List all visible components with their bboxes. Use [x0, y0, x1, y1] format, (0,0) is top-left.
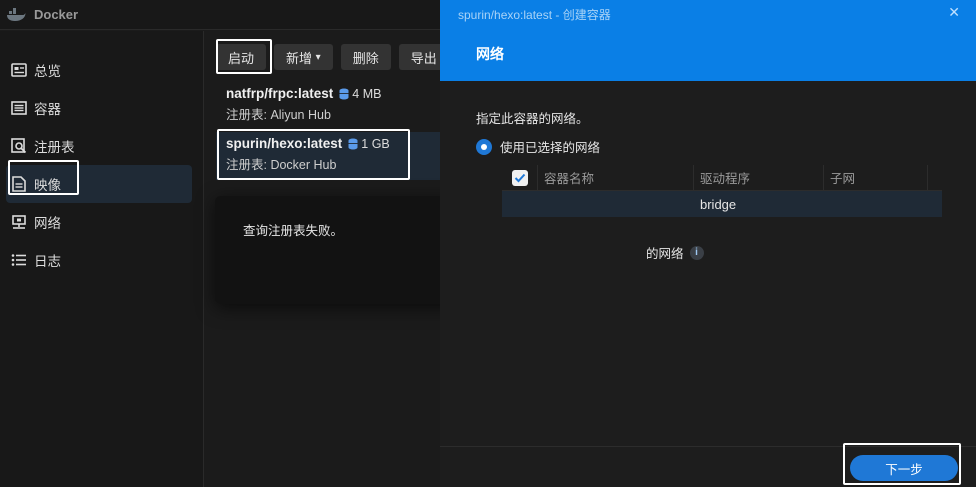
panel-subtitle: spurin/hexo:latest - 创建容器	[458, 8, 611, 22]
row-checkbox-cell	[502, 191, 538, 217]
add-button-label: 新增	[286, 50, 313, 66]
log-icon	[10, 251, 28, 269]
image-size: 4 MB	[339, 87, 381, 101]
close-icon[interactable]: ✕	[948, 4, 960, 21]
partial-network-label: 的网络	[646, 247, 684, 261]
delete-button[interactable]: 删除	[340, 44, 391, 70]
row-subnet	[824, 191, 928, 217]
sidebar-item-log[interactable]: 日志	[6, 241, 192, 279]
selected-image-highlight	[217, 129, 410, 180]
use-selected-network-option[interactable]: 使用已选择的网络	[476, 137, 600, 156]
sidebar-item-label: 总览	[34, 64, 61, 79]
column-header-subnet[interactable]: 子网	[824, 165, 928, 190]
image-nav-highlight	[8, 160, 79, 195]
delete-button-label: 删除	[352, 50, 379, 66]
sidebar-item-overview[interactable]: 总览	[6, 51, 192, 89]
table-row[interactable]: bridge	[502, 191, 942, 217]
dialog-message: 查询注册表失败。	[243, 224, 344, 238]
partial-network-option: 的网络 i	[646, 243, 704, 262]
sidebar-item-label: 容器	[34, 102, 61, 117]
sidebar-item-label: 网络	[34, 216, 61, 231]
checkmark-icon	[514, 173, 525, 182]
column-header-driver[interactable]: 驱动程序	[694, 165, 824, 190]
registry-icon	[10, 137, 28, 155]
create-container-panel: spurin/hexo:latest - 创建容器 ✕ 网络	[440, 0, 976, 487]
chevron-down-icon: ▾	[315, 51, 321, 63]
table-header: 容器名称 驱动程序 子网	[502, 165, 942, 191]
sidebar-item-label: 注册表	[34, 140, 75, 155]
app-titlebar: Docker	[0, 0, 440, 30]
export-button-label: 导出	[410, 50, 437, 66]
list-item[interactable]: natfrp/frpc:latest 4 MB 注册表: Aliyun Hub	[216, 82, 440, 130]
image-size-value: 4 MB	[352, 86, 382, 101]
database-icon	[339, 88, 349, 99]
radio-selected-icon[interactable]	[476, 138, 492, 155]
sidebar: 总览 容器 注册表 映像 网络 日志	[0, 31, 204, 487]
column-header-name[interactable]: 容器名称	[538, 165, 694, 190]
step-title: 网络	[476, 46, 504, 62]
image-name: natfrp/frpc:latest	[226, 86, 334, 101]
image-name-row: natfrp/frpc:latest 4 MB	[226, 86, 430, 101]
network-icon	[10, 213, 28, 231]
start-button-highlight	[216, 39, 272, 74]
next-button-highlight	[843, 443, 961, 485]
image-registry: 注册表: Aliyun Hub	[226, 108, 331, 122]
overview-icon	[10, 61, 28, 79]
docker-logo-icon	[7, 7, 26, 21]
row-name	[538, 191, 694, 217]
sidebar-item-label: 日志	[34, 254, 61, 269]
network-description: 指定此容器的网络。	[476, 112, 589, 126]
info-icon[interactable]: i	[689, 245, 704, 260]
add-button[interactable]: 新增 ▾	[274, 44, 333, 70]
select-all-checkbox[interactable]	[511, 169, 528, 186]
select-all-cell	[502, 165, 538, 190]
app-title: Docker	[34, 7, 79, 22]
panel-header: spurin/hexo:latest - 创建容器 ✕ 网络	[440, 0, 976, 81]
container-icon	[10, 99, 28, 117]
network-table: 容器名称 驱动程序 子网 bridge	[502, 165, 942, 217]
sidebar-item-network[interactable]: 网络	[6, 203, 192, 241]
row-driver: bridge	[700, 196, 737, 212]
sidebar-item-container[interactable]: 容器	[6, 89, 192, 127]
radio-label: 使用已选择的网络	[500, 141, 601, 155]
